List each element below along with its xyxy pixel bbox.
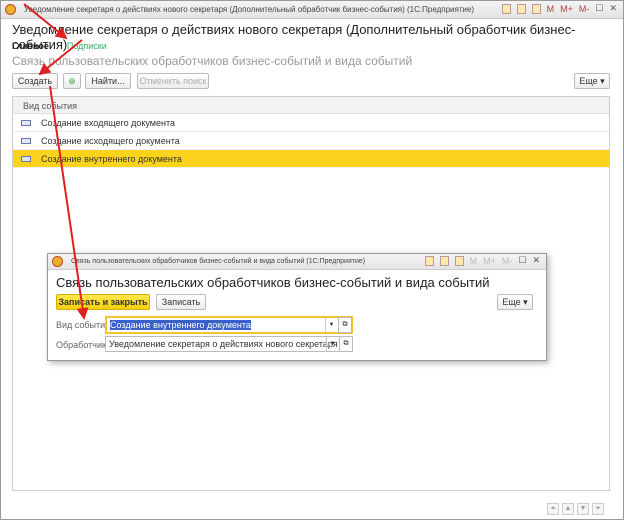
tab-main[interactable]: Главное — [12, 41, 49, 51]
event-type-field[interactable]: Создание внутреннего документа ▼ ⧉ — [105, 316, 353, 334]
dropdown-icon[interactable]: ▼ — [325, 318, 337, 332]
1c-logo-icon — [5, 4, 16, 15]
copy-icon: ⊕ — [68, 75, 76, 86]
dialog-title-bar: Связь пользовательских обработчиков бизн… — [48, 254, 546, 270]
memory-mplus-button[interactable]: M+ — [483, 256, 496, 266]
handler-label: Обработчик: — [56, 340, 109, 350]
save-button[interactable]: Записать — [156, 294, 206, 310]
row-label: Создание исходящего документа — [41, 135, 180, 146]
window-title: Уведомление секретаря о действиях нового… — [24, 5, 475, 14]
scroll-up-button[interactable]: ▲ — [562, 503, 574, 515]
scroll-top-button[interactable]: ⏶ — [547, 503, 559, 515]
calendar-icon[interactable] — [531, 3, 541, 14]
save-and-close-button[interactable]: Записать и закрыть — [56, 294, 150, 310]
row-label: Создание внутреннего документа — [41, 153, 182, 164]
favorite-icon[interactable] — [501, 3, 511, 14]
memory-mplus-button[interactable]: M+ — [560, 4, 573, 14]
event-icon — [21, 137, 31, 144]
handler-field[interactable]: Уведомление секретаря о действиях нового… — [105, 336, 353, 352]
calculator-icon[interactable] — [516, 3, 526, 14]
cancel-search-button[interactable]: Отменить поиск — [137, 73, 209, 89]
dialog-heading: Связь пользовательских обработчиков бизн… — [56, 275, 490, 290]
dialog-window: Связь пользовательских обработчиков бизн… — [47, 253, 547, 361]
favorite-icon[interactable] — [424, 255, 434, 266]
table-row[interactable]: Создание входящего документа — [13, 114, 609, 132]
event-icon — [21, 119, 31, 126]
open-icon[interactable]: ⧉ — [339, 336, 353, 352]
handler-value: Уведомление секретаря о действиях нового… — [109, 339, 338, 349]
tab-subscriptions[interactable]: Подписки — [67, 41, 107, 51]
title-bar: Уведомление секретаря о действиях нового… — [1, 1, 623, 19]
scroll-down-button[interactable]: ▼ — [577, 503, 589, 515]
more-button[interactable]: Еще ▾ — [574, 73, 610, 89]
table-row-selected[interactable]: Создание внутреннего документа — [13, 150, 609, 168]
dropdown-icon[interactable]: ▼ — [326, 337, 338, 351]
dialog-more-button[interactable]: Еще ▾ — [497, 294, 533, 310]
1c-logo-icon — [52, 256, 63, 267]
event-icon — [21, 155, 31, 162]
table-row[interactable]: Создание исходящего документа — [13, 132, 609, 150]
maximize-icon[interactable]: ☐ — [595, 3, 603, 14]
memory-m-button[interactable]: M — [547, 4, 555, 14]
open-icon[interactable]: ⧉ — [338, 317, 352, 333]
memory-mminus-button[interactable]: M- — [502, 256, 513, 266]
close-icon[interactable]: ✕ — [609, 3, 617, 14]
close-icon[interactable]: ✕ — [532, 255, 540, 266]
memory-m-button[interactable]: M — [470, 256, 478, 266]
section-title: Связь пользовательских обработчиков бизн… — [12, 54, 413, 68]
find-button[interactable]: Найти... — [85, 73, 131, 89]
copy-button[interactable]: ⊕ — [63, 73, 81, 89]
row-label: Создание входящего документа — [41, 117, 175, 128]
dialog-title: Связь пользовательских обработчиков бизн… — [71, 258, 366, 265]
calendar-icon[interactable] — [454, 255, 464, 266]
create-button[interactable]: Создать — [12, 73, 58, 89]
calculator-icon[interactable] — [439, 255, 449, 266]
column-header-event-type[interactable]: Вид события — [13, 97, 609, 114]
maximize-icon[interactable]: ☐ — [518, 255, 526, 266]
scroll-bottom-button[interactable]: ⏷ — [592, 503, 604, 515]
memory-mminus-button[interactable]: M- — [579, 4, 590, 14]
event-type-value: Создание внутреннего документа — [110, 320, 251, 330]
